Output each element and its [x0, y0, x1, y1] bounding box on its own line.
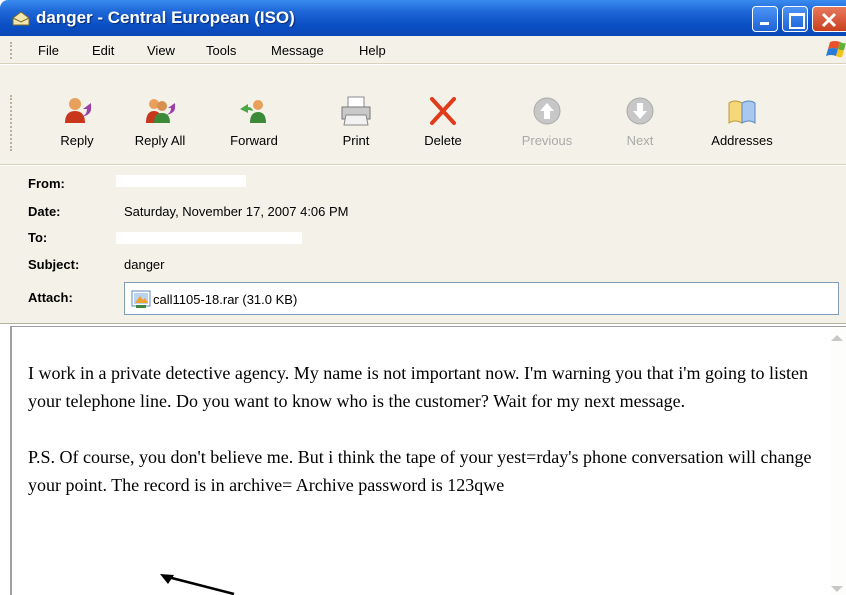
toolbar-grip — [10, 95, 13, 151]
up-arrow-icon — [533, 97, 561, 125]
subject-value: danger — [124, 257, 165, 272]
print-label: Print — [342, 133, 370, 148]
reply-label: Reply — [60, 133, 94, 148]
subject-label: Subject: — [28, 257, 80, 272]
from-value-redacted — [116, 175, 246, 187]
reply-icon — [65, 98, 91, 123]
vertical-scrollbar[interactable] — [830, 327, 846, 595]
reply-all-icon — [146, 99, 175, 123]
addresses-label: Addresses — [711, 133, 773, 148]
annotation-arrow-icon — [160, 574, 235, 595]
message-body[interactable]: I work in a private detective agency. My… — [10, 326, 846, 595]
reply-all-button[interactable]: Reply All — [120, 95, 200, 159]
forward-button[interactable]: Forward — [214, 95, 294, 159]
date-value: Saturday, November 17, 2007 4:06 PM — [124, 204, 349, 219]
delete-label: Delete — [424, 133, 462, 148]
menu-help[interactable]: Help — [359, 43, 386, 58]
forward-label: Forward — [230, 133, 278, 148]
archive-file-icon — [131, 290, 151, 308]
date-label: Date: — [28, 204, 61, 219]
envelope-icon — [12, 11, 30, 26]
to-label: To: — [28, 230, 48, 245]
reply-all-label: Reply All — [134, 133, 186, 148]
scroll-up-icon[interactable] — [831, 335, 843, 341]
reply-button[interactable]: Reply — [37, 95, 117, 159]
menu-bar: File Edit View Tools Message Help — [0, 36, 846, 64]
menu-message[interactable]: Message — [271, 43, 324, 58]
menu-view[interactable]: View — [147, 43, 175, 58]
next-label: Next — [626, 133, 654, 148]
window-title: danger - Central European (ISO) — [36, 8, 295, 27]
previous-button[interactable]: Previous — [507, 95, 587, 159]
body-paragraph-1: I work in a private detective agency. My… — [28, 363, 808, 411]
previous-label: Previous — [521, 133, 573, 148]
next-button[interactable]: Next — [600, 95, 680, 159]
menu-tools[interactable]: Tools — [206, 43, 236, 58]
to-value-redacted — [116, 232, 302, 244]
message-header: From: Date: Saturday, November 17, 2007 … — [0, 166, 846, 324]
attachment-filename[interactable]: call1105-18.rar (31.0 KB) — [153, 292, 297, 307]
addresses-button[interactable]: Addresses — [702, 95, 782, 159]
minimize-button[interactable] — [752, 6, 778, 32]
menu-edit[interactable]: Edit — [92, 43, 114, 58]
from-label: From: — [28, 176, 65, 191]
menu-grip — [10, 42, 13, 59]
forward-icon — [240, 100, 266, 123]
email-window: danger - Central European (ISO) File Edi… — [0, 0, 846, 595]
printer-icon — [341, 96, 371, 126]
address-book-icon — [728, 100, 756, 124]
toolbar: Reply Reply All Forward Print Delete Pre… — [0, 65, 846, 165]
maximize-button[interactable] — [782, 6, 808, 32]
message-text: I work in a private detective agency. My… — [28, 359, 828, 527]
delete-x-icon — [430, 97, 456, 125]
attach-label: Attach: — [28, 290, 73, 305]
delete-button[interactable]: Delete — [403, 95, 483, 159]
windows-logo-icon — [826, 41, 846, 58]
close-icon — [821, 12, 837, 28]
down-arrow-icon — [626, 97, 654, 125]
title-bar[interactable]: danger - Central European (ISO) — [0, 0, 846, 36]
close-button[interactable] — [812, 6, 846, 32]
body-paragraph-2: P.S. Of course, you don't believe me. Bu… — [28, 447, 812, 495]
menu-file[interactable]: File — [38, 43, 59, 58]
scroll-down-icon[interactable] — [831, 586, 843, 592]
print-button[interactable]: Print — [316, 95, 396, 159]
attachment-field[interactable]: call1105-18.rar (31.0 KB) — [124, 282, 839, 315]
